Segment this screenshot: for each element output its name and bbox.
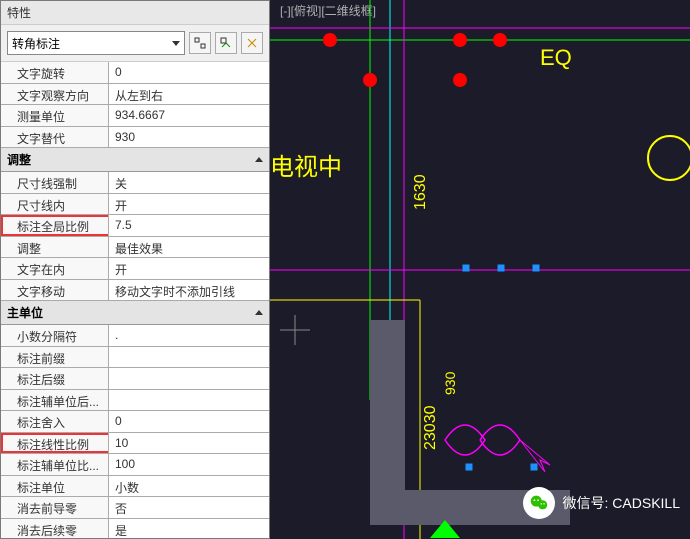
- property-value[interactable]: 100: [109, 454, 269, 475]
- drawing-canvas: EQ 电视中 1630 23030 930: [270, 0, 690, 539]
- property-row: 标注前缀: [1, 347, 269, 369]
- panel-title: 特性: [1, 1, 269, 25]
- property-label: 标注单位: [1, 476, 109, 497]
- property-value[interactable]: 开: [109, 258, 269, 279]
- property-row: 尺寸线强制关: [1, 172, 269, 194]
- property-label: 消去后续零: [1, 519, 109, 539]
- property-label: 小数分隔符: [1, 325, 109, 346]
- property-value[interactable]: 关: [109, 172, 269, 193]
- svg-text:电视中: 电视中: [270, 154, 342, 181]
- property-label: 尺寸线强制: [1, 172, 109, 193]
- svg-text:1630: 1630: [412, 174, 429, 210]
- property-row: 标注后缀: [1, 368, 269, 390]
- property-label: 文字观察方向: [1, 84, 109, 105]
- property-value[interactable]: .: [109, 325, 269, 346]
- svg-text:EQ: EQ: [540, 45, 572, 70]
- property-label: 文字在内: [1, 258, 109, 279]
- property-row: 标注全局比例7.5: [1, 215, 269, 237]
- wechat-icon: [523, 487, 555, 519]
- property-value[interactable]: 10: [109, 433, 269, 454]
- property-value[interactable]: 0: [109, 411, 269, 432]
- property-value[interactable]: 0: [109, 62, 269, 83]
- section-primary[interactable]: 主单位: [1, 301, 269, 325]
- wechat-label: 微信号: CADSKILL: [563, 493, 680, 513]
- wechat-watermark: 微信号: CADSKILL: [523, 487, 680, 519]
- select-objects-button[interactable]: [189, 32, 211, 54]
- property-row: 小数分隔符.: [1, 325, 269, 347]
- property-value[interactable]: [109, 368, 269, 389]
- property-row: 标注线性比例10: [1, 433, 269, 455]
- property-value[interactable]: 开: [109, 194, 269, 215]
- property-list: 文字旋转0文字观察方向从左到右测量单位934.6667文字替代930 调整 尺寸…: [1, 62, 269, 538]
- object-type-dropdown[interactable]: 转角标注: [7, 31, 185, 55]
- property-label: 消去前导零: [1, 497, 109, 518]
- chevron-down-icon: [172, 41, 180, 46]
- property-value[interactable]: 最佳效果: [109, 237, 269, 258]
- property-value[interactable]: 从左到右: [109, 84, 269, 105]
- property-row: 文字移动移动文字时不添加引线: [1, 280, 269, 302]
- property-label: 文字旋转: [1, 62, 109, 83]
- property-label: 标注辅单位比...: [1, 454, 109, 475]
- property-row: 消去前导零否: [1, 497, 269, 519]
- property-label: 文字移动: [1, 280, 109, 301]
- collapse-icon: [255, 310, 263, 315]
- property-row: 消去后续零是: [1, 519, 269, 539]
- property-label: 调整: [1, 237, 109, 258]
- object-type-row: 转角标注: [1, 25, 269, 62]
- property-label: 文字替代: [1, 127, 109, 148]
- property-row: 标注辅单位后...: [1, 390, 269, 412]
- dropdown-value: 转角标注: [12, 35, 60, 52]
- property-row: 文字观察方向从左到右: [1, 84, 269, 106]
- properties-panel: 特性 转角标注 文字旋转0文字观察方向从左到右测量单位934.6667文字替代9…: [0, 0, 270, 539]
- property-value[interactable]: 小数: [109, 476, 269, 497]
- property-value[interactable]: 934.6667: [109, 105, 269, 126]
- property-row: 调整最佳效果: [1, 237, 269, 259]
- property-row: 文字旋转0: [1, 62, 269, 84]
- property-value[interactable]: 930: [109, 127, 269, 148]
- drawing-viewport[interactable]: [-][俯视][二维线框] EQ 电视中 1630 23030 930: [270, 0, 690, 539]
- quick-select-button[interactable]: [215, 32, 237, 54]
- svg-text:23030: 23030: [422, 405, 439, 450]
- property-row: 标注单位小数: [1, 476, 269, 498]
- toggle-pickadd-button[interactable]: [241, 32, 263, 54]
- property-row: 文字替代930: [1, 127, 269, 149]
- property-label: 尺寸线内: [1, 194, 109, 215]
- property-row: 文字在内开: [1, 258, 269, 280]
- property-label: 标注后缀: [1, 368, 109, 389]
- property-value[interactable]: 移动文字时不添加引线: [109, 280, 269, 301]
- property-label: 标注前缀: [1, 347, 109, 368]
- property-value[interactable]: 是: [109, 519, 269, 539]
- property-value[interactable]: [109, 390, 269, 411]
- property-value[interactable]: 7.5: [109, 215, 269, 236]
- property-label: 标注辅单位后...: [1, 390, 109, 411]
- section-adjust[interactable]: 调整: [1, 148, 269, 172]
- collapse-icon: [255, 157, 263, 162]
- property-label: 标注线性比例: [1, 433, 109, 454]
- property-label: 标注全局比例: [1, 215, 109, 236]
- property-label: 测量单位: [1, 105, 109, 126]
- property-row: 标注辅单位比...100: [1, 454, 269, 476]
- property-row: 尺寸线内开: [1, 194, 269, 216]
- property-row: 测量单位934.6667: [1, 105, 269, 127]
- property-value[interactable]: [109, 347, 269, 368]
- property-value[interactable]: 否: [109, 497, 269, 518]
- svg-text:930: 930: [442, 371, 458, 395]
- property-row: 标注舍入0: [1, 411, 269, 433]
- property-label: 标注舍入: [1, 411, 109, 432]
